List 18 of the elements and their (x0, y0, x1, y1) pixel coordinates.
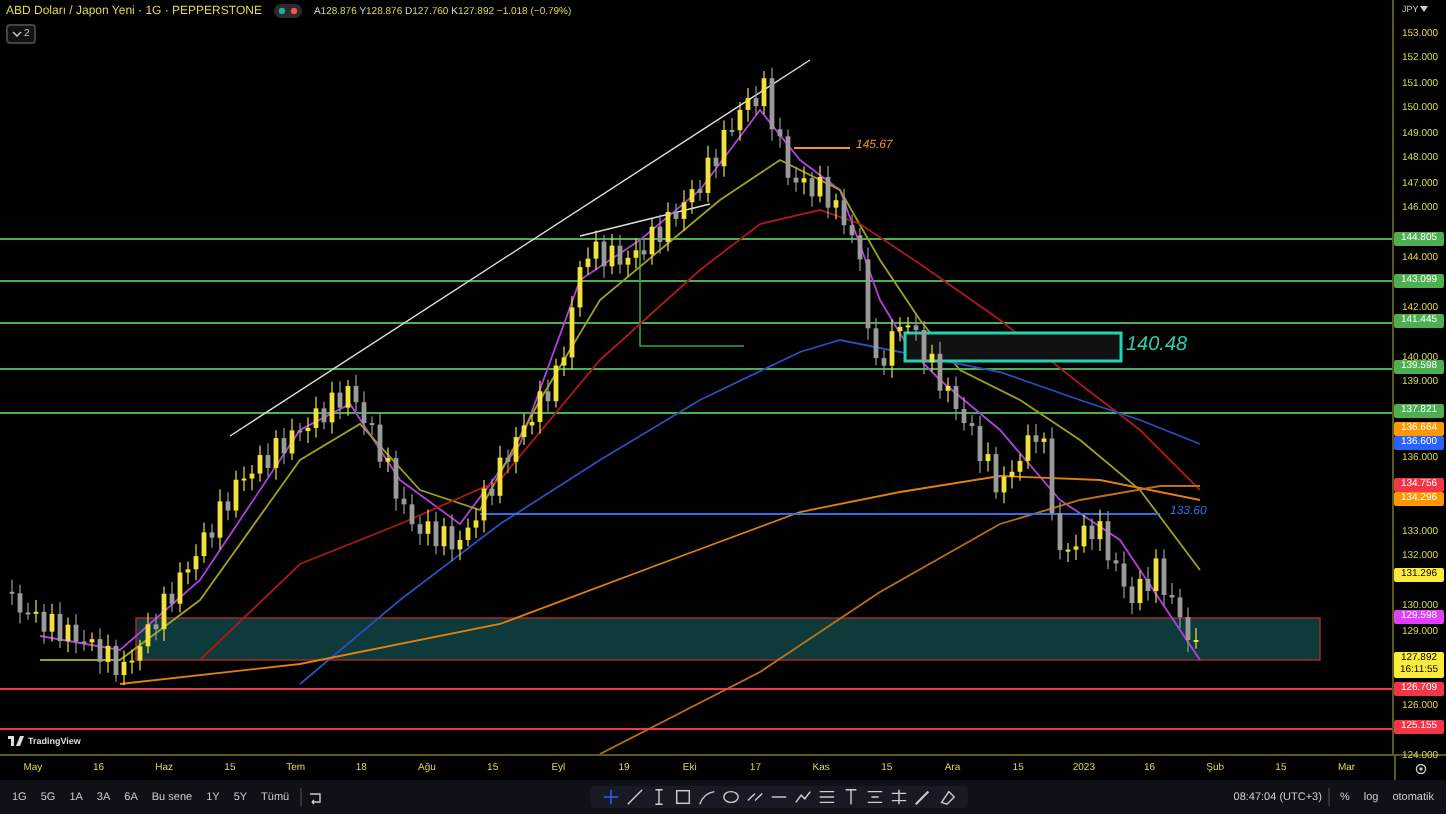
text-icon[interactable] (841, 788, 860, 806)
text-cursor-icon[interactable] (649, 788, 668, 806)
lines-icon[interactable] (817, 788, 836, 806)
lines-icon[interactable] (865, 788, 884, 806)
eraser-icon[interactable] (937, 788, 956, 806)
logo-icon (8, 736, 24, 746)
square-icon[interactable] (673, 788, 692, 806)
ellipse-icon[interactable] (721, 788, 740, 806)
legend-dots-icon (273, 4, 302, 18)
chevron-icon (12, 30, 22, 38)
settings-icon[interactable] (1414, 761, 1428, 775)
diagonal-line-icon[interactable] (625, 788, 644, 806)
level-bracket-line (639, 239, 745, 347)
replay-icon[interactable] (307, 789, 324, 805)
zigzag-icon[interactable] (793, 788, 812, 806)
lines-icon[interactable] (889, 788, 908, 806)
caret-icon (1420, 6, 1429, 12)
price-annotation: 140.48 (1126, 334, 1188, 356)
